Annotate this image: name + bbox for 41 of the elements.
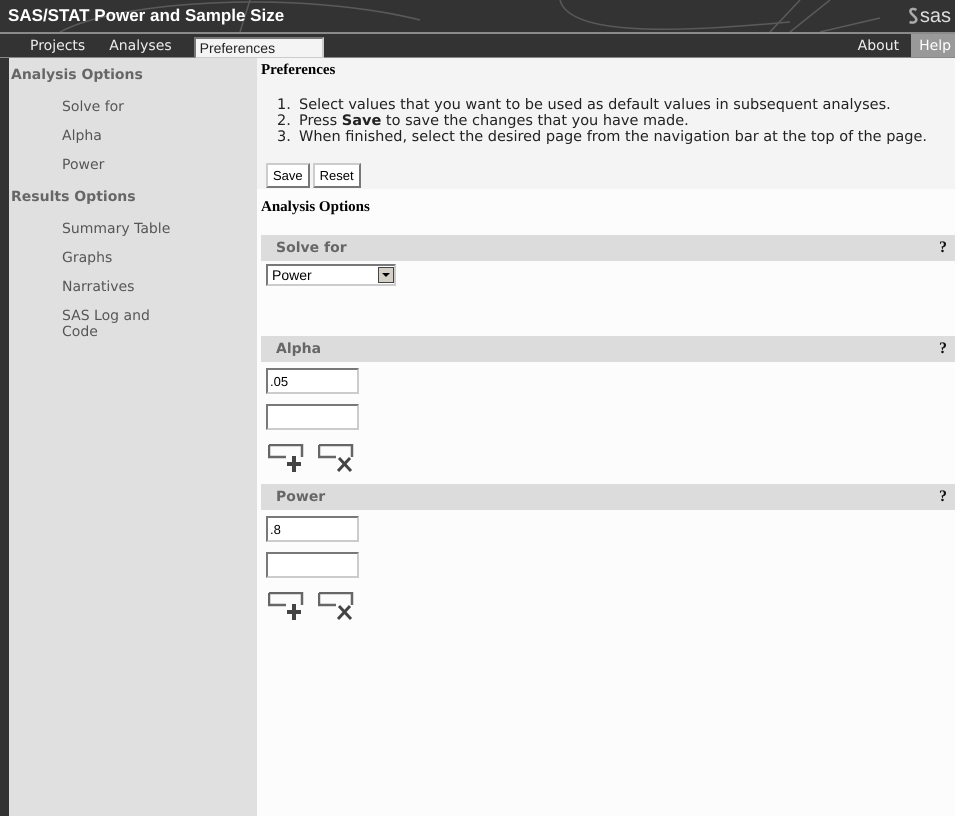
logo-icon xyxy=(906,7,919,25)
instruction-text: Select values that you want to be used as default values in subsequent analyses. xyxy=(299,97,892,113)
section-title: Analysis Options xyxy=(261,198,371,217)
add-row-icon[interactable] xyxy=(268,444,304,472)
step-number: 2. xyxy=(277,113,292,129)
nav-tab[interactable]: Projects xyxy=(8,34,98,57)
sidebar-link[interactable]: Narratives xyxy=(9,273,172,302)
instruction-text: When finished, select the desired page from the navigation bar at the top of the page. xyxy=(299,129,928,145)
dropdown[interactable]: Power xyxy=(266,264,396,286)
app-title: SAS/STAT Power and Sample Size xyxy=(8,6,284,26)
nav-tab[interactable]: Analyses xyxy=(97,34,184,57)
form-button[interactable]: Reset xyxy=(312,163,361,188)
sidebar-link[interactable]: Graphs xyxy=(9,244,172,273)
input-field[interactable] xyxy=(266,552,359,578)
sidebar-heading: Results Options xyxy=(10,188,137,207)
nav-tab[interactable]: Preferences xyxy=(194,37,324,59)
sidebar-link[interactable]: SAS Log and Code xyxy=(9,302,172,347)
step-number: 3. xyxy=(277,129,292,145)
sidebar-link[interactable]: Alpha xyxy=(9,122,172,151)
sidebar-link[interactable]: Solve for xyxy=(9,93,172,122)
sidebar-link[interactable]: Summary Table xyxy=(9,215,172,244)
step-number: 1. xyxy=(277,97,292,113)
input-field[interactable] xyxy=(266,404,359,430)
option-label: Solve for xyxy=(276,240,347,256)
option-label: Power xyxy=(276,489,326,505)
sidebar-link[interactable]: Power xyxy=(9,151,172,180)
input-field[interactable]: .05 xyxy=(266,368,359,394)
remove-row-icon[interactable] xyxy=(318,444,354,472)
remove-row-icon[interactable] xyxy=(318,592,354,620)
nav-tab[interactable]: About xyxy=(846,34,912,57)
page-title: Preferences xyxy=(261,61,336,79)
form-button[interactable]: Save xyxy=(266,163,310,188)
logo-text: sas xyxy=(920,4,951,28)
input-field[interactable]: .8 xyxy=(266,516,359,542)
help-link[interactable]: ? xyxy=(939,239,947,257)
sidebar-heading: Analysis Options xyxy=(10,66,144,85)
help-link[interactable]: ? xyxy=(939,340,947,358)
add-row-icon[interactable] xyxy=(268,592,304,620)
option-label: Alpha xyxy=(276,341,322,357)
instruction-text: Press Save to save the changes that you have made. xyxy=(299,113,690,129)
help-link[interactable]: ? xyxy=(939,488,947,506)
